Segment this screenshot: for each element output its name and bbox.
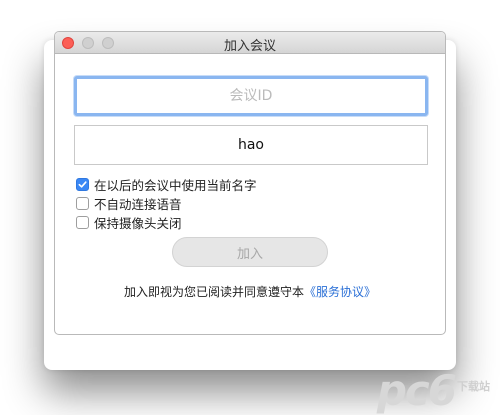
agreement-text: 加入即视为您已阅读并同意遵守本《服务协议》 — [55, 283, 445, 300]
meeting-id-input[interactable] — [74, 76, 428, 116]
option-camera-off[interactable]: 保持摄像头关闭 — [76, 213, 182, 231]
checkbox-checked-icon[interactable] — [76, 177, 89, 191]
title-bar: 加入会议 — [55, 32, 445, 54]
checkbox-unchecked-icon[interactable] — [76, 196, 89, 210]
option-no-auto-audio[interactable]: 不自动连接语音 — [76, 194, 182, 212]
join-meeting-dialog: 加入会议 在以后的会议中使用当前名字 不自动连接语音 保持摄像头关闭 加入 加入… — [54, 31, 446, 335]
checkbox-unchecked-icon[interactable] — [76, 215, 89, 229]
watermark-sub: 下载站 — [457, 380, 490, 393]
option-remember-name[interactable]: 在以后的会议中使用当前名字 — [76, 175, 257, 193]
agreement-prefix: 加入即视为您已阅读并同意遵守本 — [123, 285, 304, 299]
site-watermark: pc6 下载站 — [377, 370, 490, 412]
option-label: 保持摄像头关闭 — [94, 215, 182, 231]
display-name-input[interactable] — [74, 125, 428, 165]
watermark-logo: pc6 — [376, 366, 457, 415]
window-title: 加入会议 — [223, 39, 276, 54]
option-label: 不自动连接语音 — [94, 196, 182, 212]
join-button[interactable]: 加入 — [172, 237, 328, 267]
service-agreement-link[interactable]: 《服务协议》 — [304, 285, 376, 299]
option-label: 在以后的会议中使用当前名字 — [94, 177, 257, 193]
